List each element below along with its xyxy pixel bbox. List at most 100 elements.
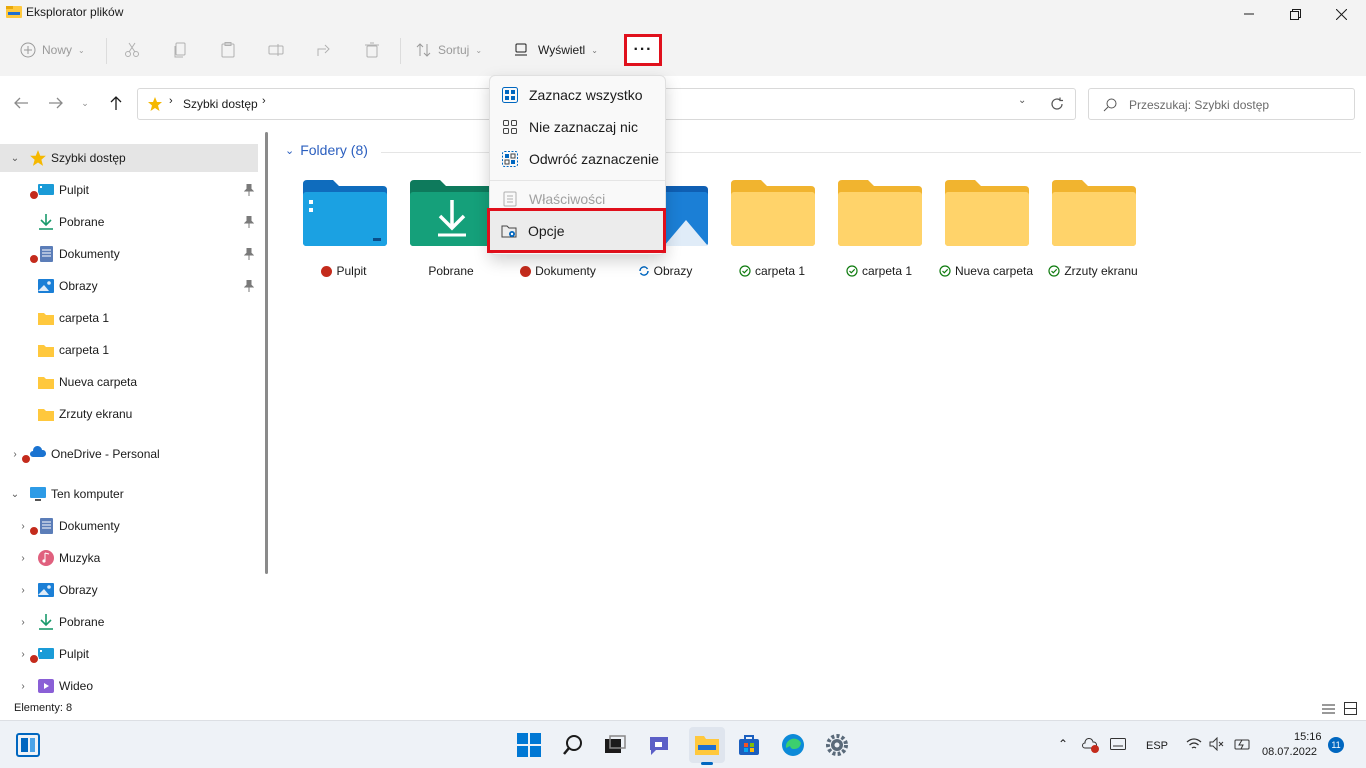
nav-this-pc[interactable]: ⌄ Ten komputer <box>0 480 258 508</box>
pin-icon[interactable] <box>244 280 254 292</box>
breadcrumb-separator-icon[interactable]: › <box>262 95 266 107</box>
refresh-icon[interactable] <box>1050 97 1064 111</box>
nav-label: Szybki dostęp <box>51 151 126 165</box>
battery-charging-icon[interactable] <box>1233 737 1251 751</box>
nav-item-pulpit[interactable]: Pulpit <box>0 176 258 204</box>
scissors-icon <box>125 42 139 57</box>
menu-invert-selection[interactable]: Odwróć zaznaczenie <box>494 144 663 174</box>
view-button[interactable]: Wyświetl ⌄ <box>514 36 598 64</box>
nav-quick-access[interactable]: ⌄ Szybki dostęp <box>0 144 258 172</box>
folder-caption: carpeta 1 <box>827 264 931 278</box>
chevron-right-icon[interactable]: › <box>9 448 21 460</box>
details-view-icon[interactable] <box>1322 703 1335 715</box>
nav-pc-dokumenty[interactable]: › Dokumenty <box>0 512 258 540</box>
clock-time[interactable]: 15:16 <box>1294 731 1322 743</box>
view-label: Wyświetl <box>538 43 586 57</box>
folder-tile-carpeta-1[interactable]: carpeta 1 <box>720 174 824 284</box>
chevron-right-icon[interactable]: › <box>17 680 29 692</box>
close-button[interactable] <box>1318 0 1364 28</box>
address-dropdown-icon[interactable]: ⌄ <box>1018 95 1026 106</box>
nav-item-carpeta-1[interactable]: carpeta 1 <box>0 304 258 332</box>
nav-onedrive[interactable]: › OneDrive - Personal <box>0 440 258 468</box>
folder-caption: Dokumenty <box>506 264 610 278</box>
nav-pc-obrazy[interactable]: › Obrazy <box>0 576 258 604</box>
start-button[interactable] <box>513 729 545 761</box>
cloud-icon <box>30 445 47 457</box>
chevron-right-icon[interactable]: › <box>17 616 29 628</box>
folder-tile-carpeta-1b[interactable]: carpeta 1 <box>827 174 931 284</box>
rename-button[interactable] <box>268 36 284 64</box>
paste-button[interactable] <box>220 36 236 64</box>
chevron-right-icon[interactable]: › <box>17 584 29 596</box>
pin-icon[interactable] <box>244 216 254 228</box>
up-button[interactable] <box>106 93 126 113</box>
nav-item-dokumenty[interactable]: Dokumenty <box>0 240 258 268</box>
minimize-button[interactable] <box>1226 0 1272 28</box>
nav-pc-wideo[interactable]: › Wideo <box>0 672 258 700</box>
settings-button[interactable] <box>821 729 853 761</box>
nav-item-zrzuty-ekranu[interactable]: Zrzuty ekranu <box>0 400 258 428</box>
see-more-button[interactable]: ··· <box>624 34 662 66</box>
pin-icon[interactable] <box>244 184 254 196</box>
search-box[interactable]: Przeszukaj: Szybki dostęp <box>1088 88 1355 120</box>
menu-options[interactable]: Opcje <box>487 208 666 253</box>
tiles-view-icon[interactable] <box>1344 702 1357 715</box>
chevron-down-icon[interactable]: ⌄ <box>9 488 21 500</box>
search-taskbar-button[interactable] <box>557 729 589 761</box>
widgets-button[interactable] <box>12 729 44 761</box>
notification-badge[interactable]: 11 <box>1328 737 1344 753</box>
folder-tile-pulpit[interactable]: Pulpit <box>292 174 396 284</box>
folder-tile-zrzuty-ekranu[interactable]: Zrzuty ekranu <box>1041 174 1145 284</box>
file-explorer-taskbar-button[interactable] <box>689 727 725 765</box>
clock-date[interactable]: 08.07.2022 <box>1262 746 1317 758</box>
nav-pc-pulpit[interactable]: › Pulpit <box>0 640 258 668</box>
properties-icon <box>503 191 517 207</box>
edge-button[interactable] <box>777 729 809 761</box>
nav-item-nueva-carpeta[interactable]: Nueva carpeta <box>0 368 258 396</box>
volume-muted-icon[interactable] <box>1209 737 1225 751</box>
chevron-down-icon[interactable]: ⌄ <box>9 152 21 164</box>
menu-select-all[interactable]: Zaznacz wszystko <box>494 80 663 110</box>
menu-select-none[interactable]: Nie zaznaczaj nic <box>494 112 663 142</box>
synced-check-icon <box>739 265 751 277</box>
maximize-button[interactable] <box>1272 0 1318 28</box>
chevron-up-icon[interactable]: ⌃ <box>1058 737 1068 751</box>
wifi-icon[interactable] <box>1186 737 1202 751</box>
chat-button[interactable] <box>643 729 675 761</box>
back-button[interactable] <box>11 93 31 113</box>
chevron-down-icon: ⌄ <box>285 144 295 157</box>
breadcrumb-quick-access[interactable]: Szybki dostęp <box>183 97 258 111</box>
delete-button[interactable] <box>364 36 380 64</box>
chevron-right-icon[interactable]: › <box>17 648 29 660</box>
folder-name: Dokumenty <box>535 264 596 278</box>
sort-button[interactable]: Sortuj ⌄ <box>416 36 482 64</box>
video-icon <box>38 679 54 693</box>
task-view-button[interactable] <box>599 729 631 761</box>
forward-button[interactable] <box>46 93 66 113</box>
nav-item-obrazy[interactable]: Obrazy <box>0 272 258 300</box>
nav-label: Muzyka <box>59 551 101 565</box>
cut-button[interactable] <box>124 36 140 64</box>
keyboard-icon[interactable] <box>1110 738 1126 750</box>
taskbar: ⌃ ESP 15:16 08.07.2022 11 <box>0 720 1366 768</box>
nav-label: Pulpit <box>59 647 90 661</box>
chevron-right-icon[interactable]: › <box>17 552 29 564</box>
share-button[interactable] <box>316 36 332 64</box>
nav-scrollbar[interactable] <box>265 132 268 574</box>
nav-item-carpeta-1b[interactable]: carpeta 1 <box>0 336 258 364</box>
copy-button[interactable] <box>172 36 188 64</box>
group-header[interactable]: ⌄ Foldery (8) <box>285 142 368 158</box>
nav-item-pobrane[interactable]: Pobrane <box>0 208 258 236</box>
recent-locations-button[interactable]: ⌄ <box>77 93 93 113</box>
chevron-right-icon[interactable]: › <box>17 520 29 532</box>
nav-pc-muzyka[interactable]: › Muzyka <box>0 544 258 572</box>
new-button[interactable]: Nowy ⌄ <box>20 36 85 64</box>
select-all-icon <box>502 87 518 103</box>
nav-pc-pobrane[interactable]: › Pobrane <box>0 608 258 636</box>
input-language[interactable]: ESP <box>1146 740 1168 752</box>
folder-tile-nueva-carpeta[interactable]: Nueva carpeta <box>934 174 1038 284</box>
pin-icon[interactable] <box>244 248 254 260</box>
onedrive-error-icon[interactable] <box>1082 737 1100 753</box>
store-button[interactable] <box>733 729 765 761</box>
rename-icon <box>268 44 284 56</box>
